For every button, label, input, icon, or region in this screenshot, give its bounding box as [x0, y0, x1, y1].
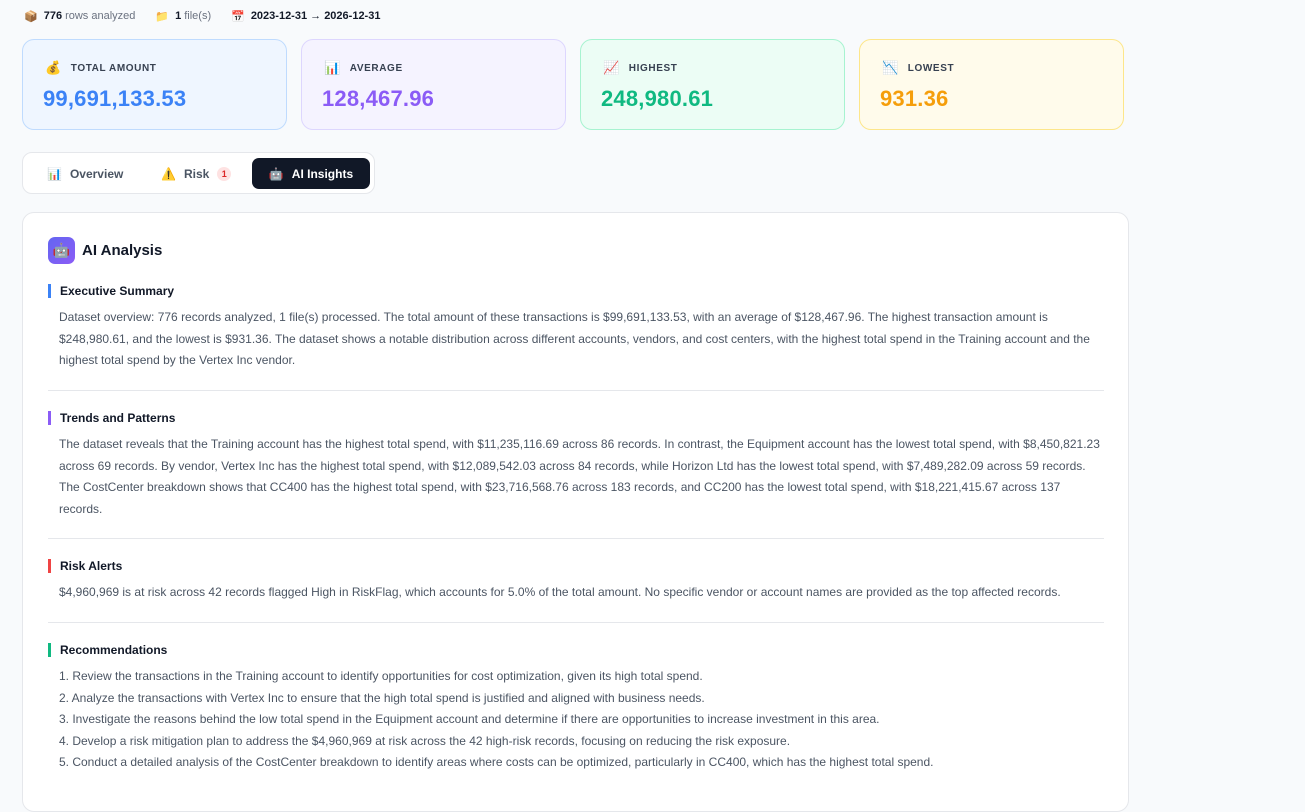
kpi-cards: 💰 TOTAL AMOUNT 99,691,133.53 📊 AVERAGE 1…	[22, 39, 1124, 130]
kpi-value: 248,980.61	[601, 86, 714, 111]
kpi-label-text: TOTAL AMOUNT	[70, 62, 157, 74]
box-icon: 📦	[24, 10, 38, 23]
tab-ai-insights[interactable]: 🤖 AI Insights	[252, 158, 370, 189]
list-item: 5. Conduct a detailed analysis of the Co…	[59, 755, 934, 770]
kpi-value: 99,691,133.53	[43, 86, 187, 111]
chart-up-icon: 📈	[603, 60, 620, 75]
kpi-value: 128,467.96	[322, 86, 435, 111]
section-title: Executive Summary	[48, 284, 1104, 298]
bar-chart-icon: 📊	[324, 60, 341, 75]
files-label: file(s)	[184, 10, 212, 22]
trends-section: Trends and Patterns The dataset reveals …	[48, 411, 1104, 539]
executive-summary-section: Executive Summary Dataset overview: 776 …	[48, 284, 1104, 391]
list-item: 2. Analyze the transactions with Vertex …	[59, 690, 705, 705]
stats-bar: 📦 776 rows analyzed 📁 1 file(s) 📅 2023-1…	[24, 8, 403, 24]
kpi-label-text: LOWEST	[907, 62, 955, 74]
folder-icon: 📁	[155, 10, 170, 23]
section-text: Dataset overview: 776 records analyzed, …	[59, 310, 1090, 367]
kpi-label: 📈 HIGHEST	[603, 60, 677, 76]
bar-chart-icon: 📊	[47, 166, 62, 181]
tab-label: Overview	[69, 166, 124, 181]
risk-count-badge: 1	[217, 166, 232, 181]
recommendations-list: 1. Review the transactions in the Traini…	[59, 666, 1104, 774]
robot-icon: 🤖	[268, 166, 284, 181]
section-title: Risk Alerts	[48, 559, 1104, 573]
kpi-label: 💰 TOTAL AMOUNT	[45, 60, 157, 76]
kpi-card-total: 💰 TOTAL AMOUNT 99,691,133.53	[22, 39, 287, 130]
files-stat: 📁 1 file(s)	[155, 10, 211, 23]
panel-title: AI Analysis	[82, 242, 163, 259]
section-title: Trends and Patterns	[48, 411, 1104, 425]
section-title: Recommendations	[48, 643, 1104, 657]
kpi-label-text: HIGHEST	[628, 62, 678, 74]
section-text: The dataset reveals that the Training ac…	[59, 437, 1100, 516]
kpi-label-text: AVERAGE	[349, 62, 403, 74]
kpi-label: 📉 LOWEST	[882, 60, 954, 76]
panel-header: 🤖 AI Analysis	[48, 237, 162, 264]
tab-risk[interactable]: ⚠️ Risk 1	[161, 158, 232, 189]
tab-overview[interactable]: 📊 Overview	[47, 158, 123, 189]
tab-label: Risk	[183, 166, 210, 181]
chart-down-icon: 📉	[882, 60, 899, 75]
recommendations-section: Recommendations 1. Review the transactio…	[48, 643, 1104, 783]
kpi-card-lowest: 📉 LOWEST 931.36	[859, 39, 1124, 130]
rows-value: 776	[43, 10, 63, 22]
kpi-label: 📊 AVERAGE	[324, 60, 403, 76]
list-item: 1. Review the transactions in the Traini…	[59, 669, 703, 683]
money-bag-icon: 💰	[45, 60, 62, 75]
date-range-stat: 📅 2023-12-31 → 2026-12-31	[231, 10, 383, 23]
date-range: 2023-12-31 → 2026-12-31	[250, 10, 381, 22]
robot-icon: 🤖	[48, 237, 75, 264]
kpi-card-highest: 📈 HIGHEST 248,980.61	[580, 39, 845, 130]
rows-stat: 📦 776 rows analyzed	[24, 10, 135, 23]
view-tabs: 📊 Overview ⚠️ Risk 1 🤖 AI Insights	[22, 152, 375, 194]
warning-icon: ⚠️	[161, 166, 176, 181]
rows-label: rows analyzed	[65, 10, 136, 22]
kpi-card-average: 📊 AVERAGE 128,467.96	[301, 39, 566, 130]
ai-analysis-panel: 🤖 AI Analysis Executive Summary Dataset …	[22, 212, 1129, 812]
kpi-value: 931.36	[880, 86, 949, 111]
risk-alerts-section: Risk Alerts $4,960,969 is at risk across…	[48, 559, 1104, 623]
list-item: 4. Develop a risk mitigation plan to add…	[59, 733, 791, 748]
calendar-icon: 📅	[231, 10, 245, 23]
tab-label: AI Insights	[291, 166, 354, 181]
files-value: 1	[175, 10, 182, 22]
section-text: $4,960,969 is at risk across 42 records …	[59, 585, 1061, 599]
list-item: 3. Investigate the reasons behind the lo…	[59, 712, 880, 727]
